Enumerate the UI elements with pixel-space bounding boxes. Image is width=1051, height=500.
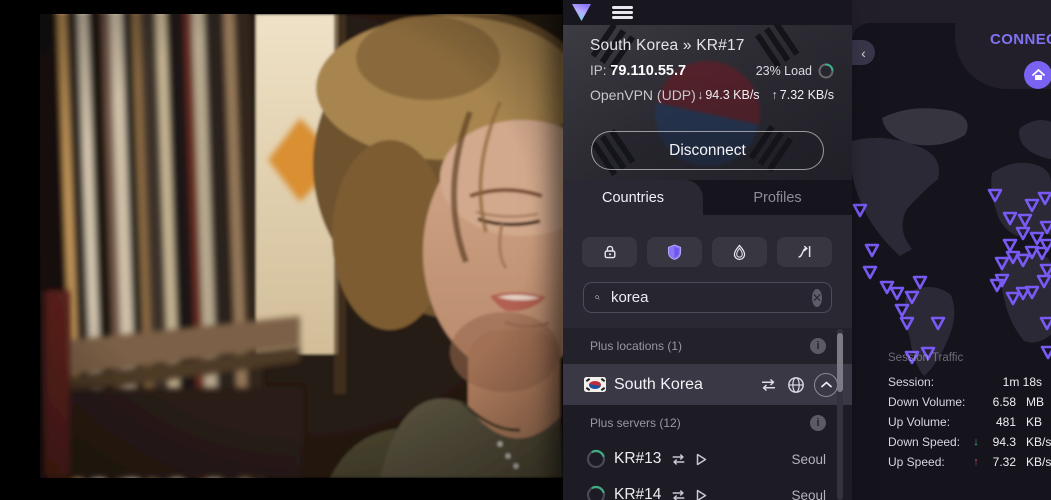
up-arrow-icon: ↑ (772, 88, 778, 102)
server-load-label: 23% Load (756, 64, 812, 78)
protocol-label: OpenVPN (UDP) (590, 87, 696, 103)
video-player-window[interactable] (0, 0, 563, 500)
collapse-country-button[interactable] (814, 373, 838, 397)
movie-scene (0, 0, 563, 500)
connect-play-icon[interactable] (696, 489, 707, 500)
shield-icon (667, 244, 682, 260)
tab-bar: Countries Profiles (563, 180, 852, 215)
secure-core-filter-button[interactable] (582, 237, 637, 267)
connect-play-icon[interactable] (696, 453, 707, 466)
south-korea-flag-icon (584, 377, 606, 392)
ip-address: IP: 79.110.55.7 (590, 63, 686, 79)
country-row-south-korea[interactable]: South Korea (563, 364, 852, 405)
country-name: South Korea (614, 376, 759, 394)
proton-vpn-logo-icon (572, 4, 591, 21)
info-icon[interactable]: i (810, 415, 826, 431)
down-arrow-icon: ↓ (697, 88, 703, 102)
p2p-arrow-icon (796, 244, 813, 260)
search-input[interactable] (609, 288, 812, 307)
home-button[interactable] (1024, 61, 1051, 89)
chevron-left-icon: ‹ (861, 45, 866, 61)
screen: South Korea » KR#17 IP: 79.110.55.7 23% … (0, 0, 1051, 500)
lock-icon (602, 244, 618, 260)
server-name: KR#13 (614, 450, 661, 468)
server-city: Seoul (791, 452, 826, 467)
search-box: ✕ (583, 282, 832, 313)
globe-icon[interactable] (787, 376, 805, 394)
session-row: Up Volume: 481 KB (888, 412, 1051, 432)
hamburger-menu-icon[interactable] (612, 6, 633, 19)
info-icon[interactable]: i (810, 338, 826, 354)
connection-header: South Korea » KR#17 IP: 79.110.55.7 23% … (563, 25, 852, 180)
up-arrow-icon: ↑ (970, 456, 982, 468)
tor-onion-icon (732, 244, 747, 260)
countries-panel: ✕ Plus locations (1) i South Korea (563, 215, 852, 500)
vpn-sidebar: South Korea » KR#17 IP: 79.110.55.7 23% … (563, 0, 852, 500)
session-traffic-title: Session Traffic (888, 352, 1051, 364)
tor-filter-button[interactable] (712, 237, 767, 267)
down-arrow-icon: ↓ (970, 436, 982, 448)
server-city: Seoul (791, 488, 826, 500)
clear-search-icon[interactable]: ✕ (812, 289, 822, 307)
session-row: Down Speed: ↓ 94.3 KB/s (888, 432, 1051, 452)
session-row: Session: 1m 18s (888, 372, 1051, 392)
server-row-kr13[interactable]: KR#13 Seoul (563, 441, 852, 477)
tab-profiles[interactable]: Profiles (703, 180, 852, 215)
swap-servers-icon[interactable] (670, 453, 687, 466)
tab-countries[interactable]: Countries (563, 180, 703, 215)
session-row: Down Volume: 6.58 MB (888, 392, 1051, 412)
server-load-ring (586, 449, 606, 469)
chevron-up-icon (821, 381, 832, 388)
session-row: Up Speed: ↑ 7.32 KB/s (888, 452, 1051, 472)
search-icon (595, 290, 600, 305)
title-bar (563, 0, 852, 25)
plus-locations-header: Plus locations (1) i (563, 328, 852, 364)
header-speeds: ↓94.3 KB/s ↑7.32 KB/s (697, 88, 834, 102)
connection-status-label: CONNECTED (990, 31, 1051, 48)
server-row-kr14[interactable]: KR#14 Seoul (563, 477, 852, 500)
swap-servers-icon[interactable] (759, 378, 778, 392)
plus-servers-header: Plus servers (12) i (563, 405, 852, 441)
disconnect-button[interactable]: Disconnect (591, 131, 824, 170)
swap-servers-icon[interactable] (670, 489, 687, 500)
home-icon (1032, 69, 1045, 81)
netshield-filter-button[interactable] (647, 237, 702, 267)
server-load-ring (818, 63, 834, 79)
map-panel: CONNECTED ‹ Session Traffic Session: 1m … (852, 0, 1051, 500)
server-name: KR#14 (614, 486, 661, 500)
connected-server-title: South Korea » KR#17 (590, 37, 834, 55)
p2p-filter-button[interactable] (777, 237, 832, 267)
server-load-ring (586, 485, 606, 500)
feature-filter-row (582, 237, 832, 267)
session-traffic-panel: Session Traffic Session: 1m 18s Down Vol… (888, 352, 1051, 472)
scrollbar-thumb[interactable] (837, 333, 843, 392)
